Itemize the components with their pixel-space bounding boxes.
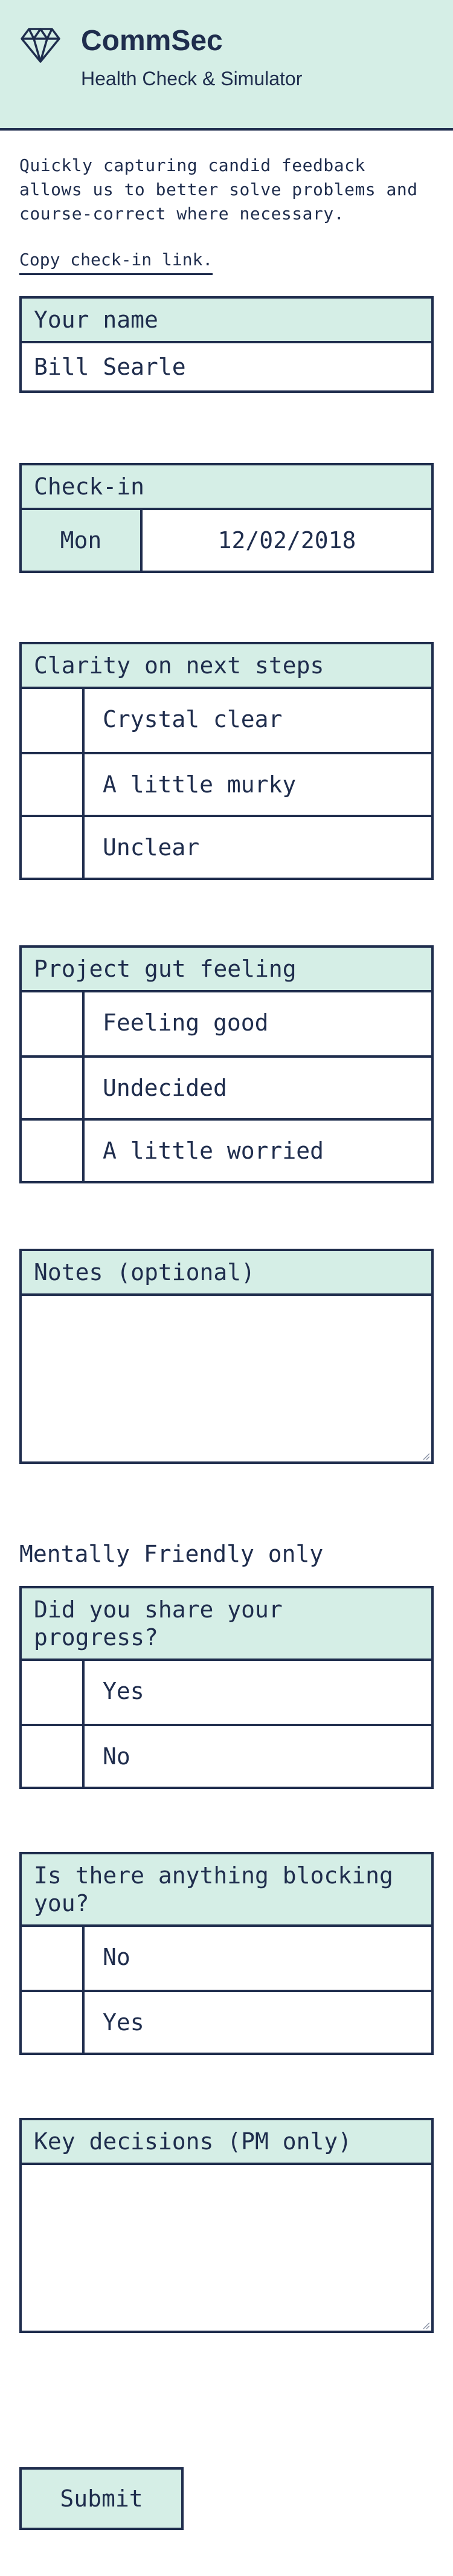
progress-label: Did you share your progress? bbox=[22, 1588, 431, 1661]
blocking-label: Is there anything blocking you? bbox=[22, 1854, 431, 1927]
option-label: A little worried bbox=[103, 1138, 324, 1164]
option-checkbox[interactable] bbox=[22, 1726, 85, 1787]
option-checkbox[interactable] bbox=[22, 1121, 85, 1181]
option-checkbox[interactable] bbox=[22, 1058, 85, 1118]
gut-option-a-little-worried[interactable]: A little worried bbox=[22, 1118, 431, 1181]
clarity-option-crystal-clear[interactable]: Crystal clear bbox=[22, 689, 431, 752]
notes-field: Notes (optional) bbox=[19, 1249, 434, 1464]
gut-feeling-question: Project gut feeling Feeling good Undecid… bbox=[19, 945, 434, 1183]
submit-button[interactable]: Submit bbox=[19, 2467, 184, 2530]
blocking-option-no[interactable]: No bbox=[22, 1927, 431, 1990]
clarity-label: Clarity on next steps bbox=[22, 644, 431, 689]
option-checkbox[interactable] bbox=[22, 1927, 85, 1990]
gut-feeling-label: Project gut feeling bbox=[22, 948, 431, 992]
gut-option-feeling-good[interactable]: Feeling good bbox=[22, 992, 431, 1055]
progress-question: Did you share your progress? Yes No bbox=[19, 1586, 434, 1789]
blocking-option-yes[interactable]: Yes bbox=[22, 1990, 431, 2053]
name-field: Your name Bill Searle bbox=[19, 296, 434, 393]
option-checkbox[interactable] bbox=[22, 992, 85, 1055]
copy-check-in-link[interactable]: Copy check-in link. bbox=[19, 248, 213, 275]
intro-text: Quickly capturing candid feedback allows… bbox=[19, 155, 418, 224]
option-checkbox[interactable] bbox=[22, 817, 85, 878]
clarity-question: Clarity on next steps Crystal clear A li… bbox=[19, 642, 434, 880]
option-checkbox[interactable] bbox=[22, 754, 85, 815]
option-checkbox[interactable] bbox=[22, 689, 85, 752]
option-checkbox[interactable] bbox=[22, 1992, 85, 2053]
key-decisions-label: Key decisions (PM only) bbox=[22, 2120, 431, 2165]
clarity-option-unclear[interactable]: Unclear bbox=[22, 815, 431, 878]
name-field-label: Your name bbox=[22, 299, 431, 343]
app-header: CommSec Health Check & Simulator bbox=[0, 0, 453, 131]
mentally-friendly-section-label: Mentally Friendly only bbox=[19, 1541, 324, 1567]
check-in-day[interactable]: Mon bbox=[22, 510, 143, 571]
option-label: Feeling good bbox=[103, 1009, 269, 1036]
progress-option-yes[interactable]: Yes bbox=[22, 1661, 431, 1724]
option-label: Unclear bbox=[103, 834, 200, 861]
option-label: No bbox=[103, 1944, 130, 1970]
option-label: Yes bbox=[103, 2009, 144, 2036]
option-label: No bbox=[103, 1743, 130, 1770]
check-in-label: Check-in bbox=[22, 465, 431, 510]
option-checkbox[interactable] bbox=[22, 1661, 85, 1724]
notes-textarea[interactable] bbox=[22, 1296, 431, 1461]
key-decisions-textarea[interactable] bbox=[22, 2165, 431, 2331]
name-input[interactable]: Bill Searle bbox=[22, 343, 431, 390]
key-decisions-field: Key decisions (PM only) bbox=[19, 2118, 434, 2333]
option-label: A little murky bbox=[103, 771, 297, 798]
notes-label: Notes (optional) bbox=[22, 1251, 431, 1296]
diamond-icon bbox=[21, 28, 60, 63]
resize-handle-icon[interactable] bbox=[422, 1452, 430, 1460]
app-subtitle: Health Check & Simulator bbox=[81, 68, 303, 89]
check-in-date[interactable]: 12/02/2018 bbox=[143, 510, 431, 571]
progress-option-no[interactable]: No bbox=[22, 1724, 431, 1787]
option-label: Crystal clear bbox=[103, 706, 283, 733]
gut-option-undecided[interactable]: Undecided bbox=[22, 1055, 431, 1118]
app-title: CommSec bbox=[81, 25, 223, 57]
check-in-field: Check-in Mon 12/02/2018 bbox=[19, 463, 434, 573]
resize-handle-icon[interactable] bbox=[422, 2321, 430, 2329]
option-label: Undecided bbox=[103, 1075, 227, 1101]
blocking-question: Is there anything blocking you? No Yes bbox=[19, 1852, 434, 2055]
check-in-row: Mon 12/02/2018 bbox=[22, 510, 431, 571]
option-label: Yes bbox=[103, 1678, 144, 1704]
clarity-option-a-little-murky[interactable]: A little murky bbox=[22, 752, 431, 815]
